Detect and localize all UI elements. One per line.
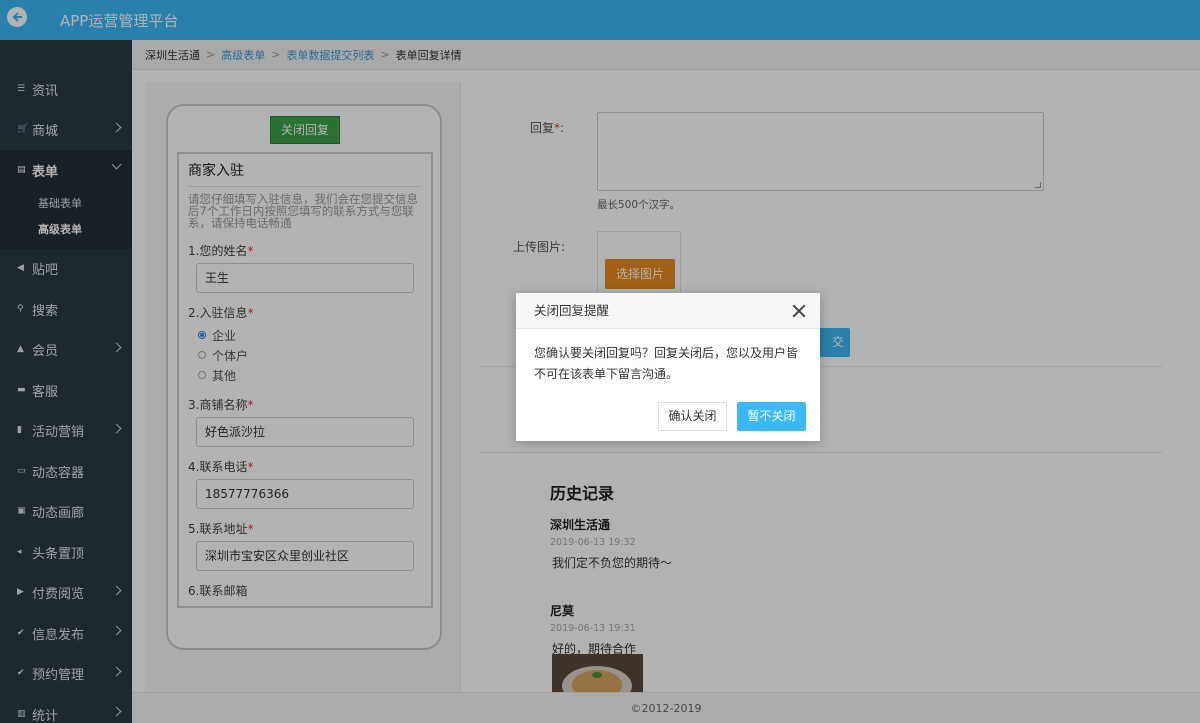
close-reply-dialog: 关闭回复提醒 您确认要关闭回复吗？回复关闭后，您以及用户皆不可在该表单下留言沟通… <box>516 293 820 441</box>
confirm-close-button[interactable]: 确认关闭 <box>658 402 727 431</box>
dialog-header: 关闭回复提醒 <box>516 293 820 329</box>
dialog-title: 关闭回复提醒 <box>534 303 610 318</box>
dialog-message: 您确认要关闭回复吗？回复关闭后，您以及用户皆不可在该表单下留言沟通。 <box>534 346 799 381</box>
close-icon[interactable] <box>792 304 806 318</box>
cancel-close-button[interactable]: 暂不关闭 <box>737 402 806 431</box>
